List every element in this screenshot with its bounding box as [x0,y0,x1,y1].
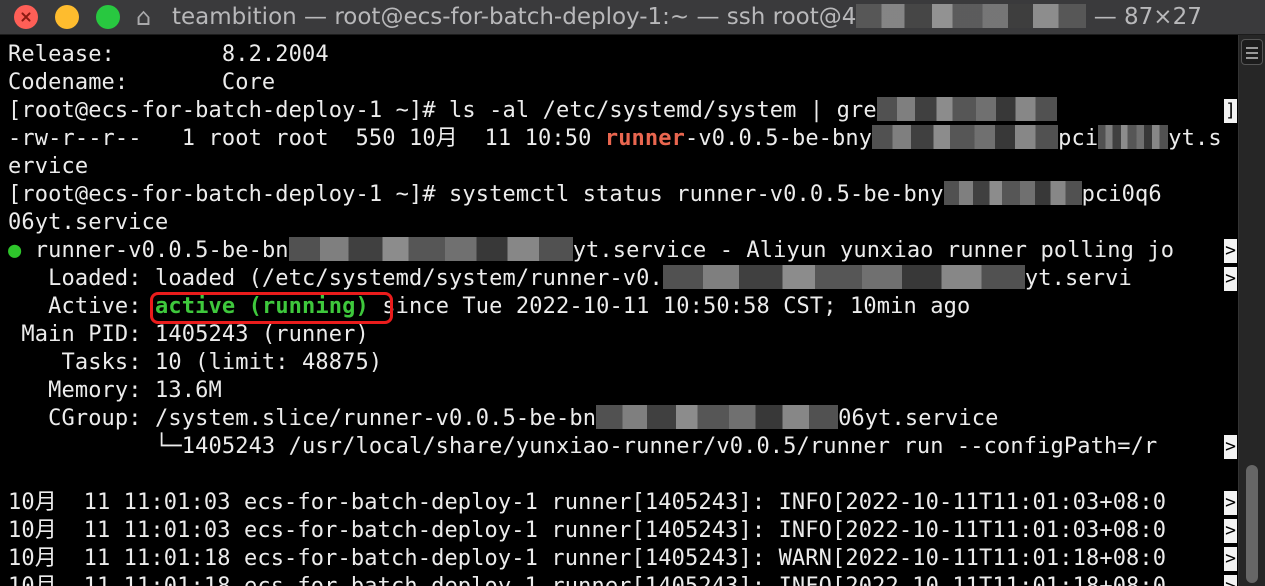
home-icon: ⌂ [136,3,152,31]
overflow-marker: > [1224,491,1237,515]
terminal-log-line: 10月 11 11:01:03 ecs-for-batch-deploy-1 r… [8,518,1167,543]
terminal-log-line: 10月 11 11:01:18 ecs-for-batch-deploy-1 r… [8,573,1166,586]
redacted-filename-2 [1098,125,1169,149]
redacted-cgroup-id [596,405,839,429]
terminal-line-ls-wrap: ervice [8,154,89,179]
window-title: teambition — root@ecs-for-batch-deploy-1… [172,0,1202,34]
terminal-line-codename: Codename: Core [8,70,276,95]
terminal-line-release: Release: 8.2.2004 [8,42,329,67]
terminal-line-memory: Memory: 13.6M [8,378,222,403]
zoom-button[interactable] [96,5,120,29]
overflow-marker: > [1224,575,1237,586]
active-since-text: since Tue 2022-10-11 10:50:58 CST; 10min… [368,294,971,319]
status-dot-icon: ● [8,238,22,263]
terminal-line-ls-output: -rw-r--r-- 1 root root 550 10月 11 10:50 … [8,125,1222,153]
terminal-line-ls-command: [root@ecs-for-batch-deploy-1 ~]# ls -al … [8,97,1057,125]
minimize-button[interactable] [55,5,79,29]
redacted-host [856,4,1087,28]
terminal-line-tasks: Tasks: 10 (limit: 48875) [8,350,383,375]
overflow-marker: > [1224,435,1237,459]
loaded-suffix: yt.servi [1024,266,1132,291]
title-bar: ⌂ teambition — root@ecs-for-batch-deploy… [0,0,1265,35]
systemctl-command-suffix: pci0q6 [1081,182,1162,207]
redacted-loaded-path [662,265,1025,289]
service-name-text: runner-v0.0.5-be-bn [21,238,289,263]
overflow-marker: > [1224,239,1237,263]
ls-output-filename: -v0.0.5-be-bny [685,126,873,151]
window-title-text: teambition — root@ecs-for-batch-deploy-1… [172,4,857,30]
ls-command-text: [root@ecs-for-batch-deploy-1 ~]# ls -al … [8,98,877,123]
line-wrap-marker: ] [1224,99,1237,123]
redacted-grep-arg [876,97,1057,121]
grep-match: runner [604,126,686,151]
terminal-line-process-tree: └─1405243 /usr/local/share/yunxiao-runne… [8,434,1158,459]
terminal-log-line: 10月 11 11:01:03 ecs-for-batch-deploy-1 r… [8,490,1167,515]
redacted-filename [872,125,1059,149]
overflow-marker: > [1224,547,1237,571]
ls-output-prefix: -rw-r--r-- 1 root root 550 10月 11 10:50 [8,126,605,151]
terminal-line-systemctl-command: [root@ecs-for-batch-deploy-1 ~]# systemc… [8,181,1162,209]
terminal-view[interactable]: Release: 8.2.2004 Codename: Core [root@e… [0,35,1238,586]
overflow-marker: > [1224,519,1237,543]
ls-output-suffix: yt.s [1168,126,1222,151]
terminal-log-line: 10月 11 11:01:18 ecs-for-batch-deploy-1 r… [8,546,1167,571]
window-size: — 87×27 [1093,4,1202,30]
terminal-line-cgroup: CGroup: /system.slice/runner-v0.0.5-be-b… [8,405,998,433]
terminal-line-systemctl-wrap: 06yt.service [8,210,169,235]
terminal-line-service-header: ● runner-v0.0.5-be-bn yt.service - Aliyun… [8,237,1174,265]
view-options-icon[interactable] [1241,39,1263,65]
close-button[interactable] [14,5,38,29]
overflow-marker: > [1224,267,1237,291]
terminal-line-main-pid: Main PID: 1405243 (runner) [8,322,369,347]
service-description: yt.service - Aliyun yunxiao runner polli… [572,238,1175,263]
cgroup-suffix: 06yt.service [838,406,999,431]
vertical-scrollbar[interactable] [1238,35,1265,586]
active-status-highlight [150,292,393,324]
ls-output-filename-2: pci [1058,126,1099,151]
loaded-text: Loaded: loaded (/etc/systemd/system/runn… [8,266,663,291]
cgroup-text: CGroup: /system.slice/runner-v0.0.5-be-b… [8,406,597,431]
redacted-service-id [288,237,573,261]
scrollbar-thumb[interactable] [1246,465,1258,583]
active-label: Active: [8,294,156,319]
systemctl-command-text: [root@ecs-for-batch-deploy-1 ~]# systemc… [8,182,944,207]
redacted-service-name [943,181,1082,205]
terminal-line-loaded: Loaded: loaded (/etc/systemd/system/runn… [8,265,1132,293]
